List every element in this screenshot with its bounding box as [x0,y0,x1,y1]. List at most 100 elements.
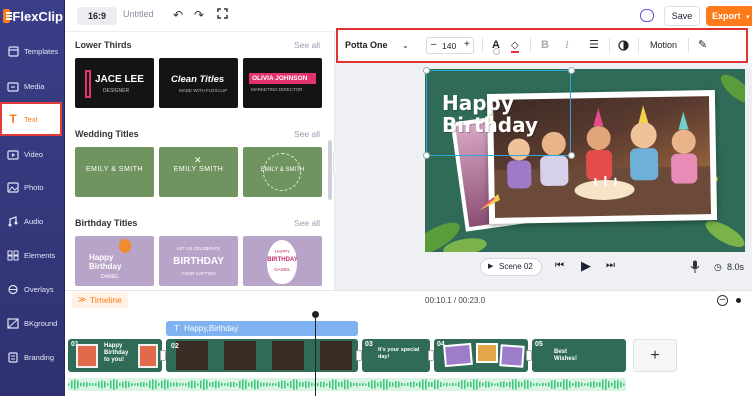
scene-clip-05[interactable]: 05 Best Wishes! [532,339,626,372]
transition-marker[interactable] [356,350,362,361]
scene-duration[interactable]: 8.0s [727,262,744,272]
line-spacing-icon[interactable]: ☰ [589,30,599,61]
thumb-line1: EMILY & SMITH [260,167,305,173]
thumb-line3: DANIEL [101,274,120,280]
font-size-increase[interactable]: + [464,39,470,50]
video-icon [7,149,19,160]
timeline-tab[interactable]: ≫ Timeline [72,292,128,308]
add-scene-button[interactable]: + [633,339,677,372]
template-thumb-wedding-3[interactable]: EMILY & SMITH [243,147,322,197]
rotate-handle[interactable] [493,48,500,55]
font-size-value[interactable]: 140 [442,41,456,51]
export-button[interactable]: Export ▾ [706,6,752,26]
thumb-line2: Birthday [89,262,122,271]
transition-marker[interactable] [526,350,532,361]
scene-selector[interactable]: ▶ Scene 02 [480,258,542,276]
text-icon: T [174,324,179,333]
elements-icon [7,250,19,261]
template-thumb-olivia-johnson[interactable]: OLIVIA JOHNSON MARKETING DIRECTOR [243,58,322,108]
scene-clip-01[interactable]: 01 Happy Birthday to you! [68,339,162,372]
audio-waveform[interactable] [68,378,626,391]
italic-icon[interactable]: I [565,30,569,61]
transition-marker[interactable] [428,350,434,361]
sidebar-item-media[interactable]: Media [2,73,62,99]
save-button[interactable]: Save [664,6,700,26]
scene-caption: Best Wishes! [554,349,577,362]
thumb-line1: EMILY SMITH [173,166,224,173]
see-all-birthday[interactable]: See all [294,218,320,228]
project-title-field[interactable]: Untitled [123,9,154,19]
sidebar-item-elements[interactable]: Elements [2,242,62,268]
template-thumb-birthday-2[interactable]: LET US CELEBRATE BIRTHDAY YOUR CAPTION [159,236,238,286]
see-all-lower-thirds[interactable]: See all [294,40,320,50]
bold-icon[interactable]: B [541,30,549,61]
scene-clip-04[interactable]: 04 [434,339,528,372]
scene-clip-03[interactable]: 03 It's your special day! [362,339,430,372]
thumb-line2: MADE WITH FLEXCLIP [179,88,228,93]
motion-button[interactable]: Motion [650,30,677,61]
sidebar-item-photo[interactable]: Photo [2,174,62,200]
chevron-down-icon[interactable]: ⌄ [402,30,409,61]
thumb-line2: DESIGNER [103,88,130,94]
thumb-line2: MARKETING DIRECTOR [251,87,303,92]
opacity-icon[interactable] [618,30,629,61]
template-thumb-wedding-1[interactable]: EMILY & SMITH [75,147,154,197]
template-thumb-jace-lee[interactable]: JACE LEE DESIGNER [75,58,154,108]
font-family-select[interactable]: Potta One [345,30,388,61]
sidebar-item-audio[interactable]: Audio [2,208,62,234]
template-thumb-clean-titles[interactable]: Clean Titles MADE WITH FLEXCLIP [159,58,238,108]
logo-icon [3,9,13,23]
timeline-tab-label: Timeline [90,295,122,305]
next-scene-icon[interactable]: ⏭ [606,260,615,271]
scene-caption: Happy Birthday to you! [104,343,129,363]
zoom-out-icon[interactable]: – [717,295,728,306]
balloon-icon [119,239,131,253]
sidebar-item-overlays[interactable]: Overlays [2,276,62,302]
arrows-icon: ✕ [194,155,202,165]
font-size-decrease[interactable]: – [431,39,437,50]
playhead-line[interactable] [315,312,316,396]
highlight-color-icon[interactable]: ◇ [511,30,519,61]
sidebar-item-label: Elements [24,250,56,260]
template-thumb-birthday-1[interactable]: Happy Birthday DANIEL [75,236,154,286]
text-selection-box[interactable] [426,70,571,156]
transition-marker[interactable] [160,350,166,361]
project-bar: 16:9 Untitled ↶ ↷ [65,0,335,32]
resize-handle[interactable] [568,67,575,74]
playhead-handle[interactable] [312,311,319,318]
text-color-icon[interactable]: A [492,30,500,61]
sidebar-item-label: Audio [24,216,44,226]
aspect-ratio-button[interactable]: 16:9 [77,7,117,25]
zoom-slider-knob[interactable] [736,298,741,303]
sidebar-item-video[interactable]: Video [2,141,62,167]
previous-scene-icon[interactable]: ⏮ [555,260,564,271]
template-thumb-birthday-3[interactable]: HAPPY BIRTHDAY DANIEL [243,236,322,286]
sidebar-item-branding[interactable]: Branding [2,344,62,370]
template-thumb-wedding-2[interactable]: EMILY SMITH ✕ [159,147,238,197]
sidebar-item-background[interactable]: BKground [2,310,62,336]
section-title-lower-thirds: Lower Thirds [75,40,132,50]
sidebar-item-templates[interactable]: Templates [2,38,62,64]
panel-scrollbar[interactable] [328,140,332,200]
timeline-icon: ≫ [78,295,87,304]
flexclip-logo[interactable]: FlexClip [3,7,63,25]
resize-handle[interactable] [568,152,575,159]
scene-clip-02[interactable]: 02 [166,339,358,372]
play-icon[interactable]: ▶ [581,258,591,274]
sidebar-item-text[interactable]: T Text [0,102,62,136]
resize-handle[interactable] [423,67,430,74]
scene-thumb-frame [443,342,473,368]
toolbar-divider [688,38,689,53]
chat-icon[interactable] [640,9,654,22]
resize-handle[interactable] [423,152,430,159]
edit-pencil-icon[interactable]: ✎ [698,30,707,61]
text-track-clip[interactable]: T Happy,Birthday [166,321,358,336]
microphone-icon[interactable] [690,260,700,273]
scene-caption: It's your special day! [378,347,420,360]
photo-icon [7,181,19,193]
redo-icon[interactable]: ↷ [192,8,206,22]
fullscreen-icon[interactable] [215,8,229,22]
undo-icon[interactable]: ↶ [171,8,185,22]
see-all-wedding[interactable]: See all [294,129,320,139]
background-icon [7,317,19,329]
